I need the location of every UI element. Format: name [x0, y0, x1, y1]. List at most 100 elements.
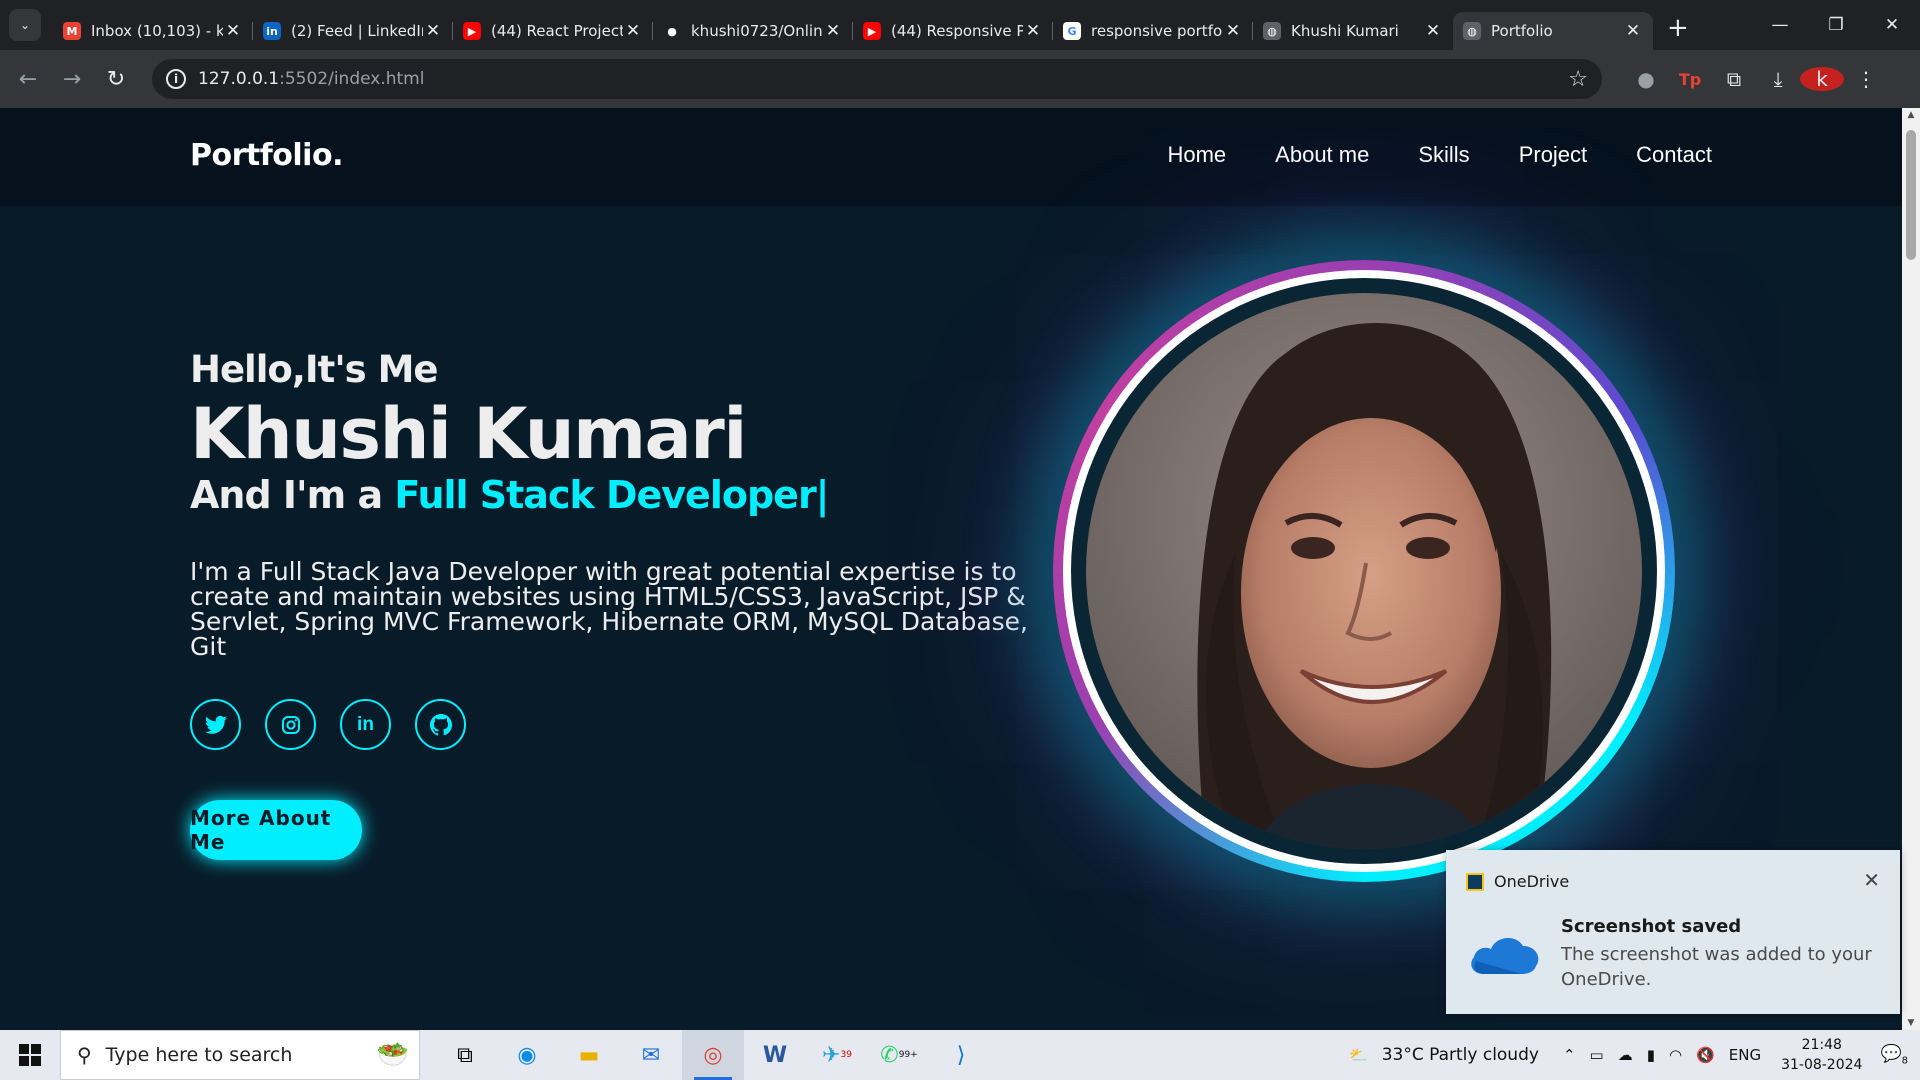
volume-muted-icon[interactable]: 🔇 — [1696, 1046, 1715, 1064]
url-host: 127.0.0.1 — [198, 69, 280, 89]
tab-title: (44) Responsive P — [891, 22, 1023, 40]
search-highlight-icon: 🥗 — [376, 1040, 409, 1070]
site-info-icon[interactable]: i — [166, 69, 186, 89]
back-button[interactable]: ← — [6, 67, 50, 92]
mail-icon[interactable]: ✉ — [620, 1030, 682, 1080]
tab-close-icon[interactable]: ✕ — [423, 21, 443, 41]
browser-tab[interactable]: ◍ Portfolio ✕ — [1453, 12, 1653, 50]
browser-tab[interactable]: ◍ Khushi Kumari ✕ — [1253, 12, 1453, 50]
battery-icon[interactable]: ▮ — [1647, 1046, 1655, 1064]
menu-kebab-icon[interactable]: ⋮ — [1844, 67, 1888, 91]
twitter-icon[interactable] — [190, 699, 241, 750]
nav-skills[interactable]: Skills — [1418, 142, 1469, 168]
weather-text[interactable]: 33°C Partly cloudy — [1382, 1045, 1539, 1065]
telegram-badge: 39 — [840, 1050, 852, 1060]
search-icon: ⚲ — [77, 1043, 92, 1067]
tab-close-icon[interactable]: ✕ — [1023, 21, 1043, 41]
scrollbar-thumb[interactable] — [1906, 130, 1916, 260]
role-prefix: And I'm a — [190, 473, 395, 517]
toast-close-icon[interactable]: ✕ — [1863, 868, 1880, 892]
tab-close-icon[interactable]: ✕ — [223, 21, 243, 41]
linkedin-icon: in — [263, 22, 281, 40]
telegram-icon[interactable]: ✈ 39 — [806, 1030, 868, 1080]
url-path: :5502/index.html — [279, 69, 425, 89]
meet-now-icon[interactable]: ▭ — [1590, 1046, 1604, 1064]
greeting: Hello,It's Me — [190, 348, 439, 391]
start-button[interactable] — [0, 1030, 60, 1080]
close-window-button[interactable]: ✕ — [1864, 0, 1920, 50]
tab-close-icon[interactable]: ✕ — [1223, 21, 1243, 41]
tab-search-button[interactable]: ⌄ — [9, 9, 41, 41]
edge-icon[interactable]: ◉ — [496, 1030, 558, 1080]
globe-icon: ◍ — [1463, 22, 1481, 40]
nav-contact[interactable]: Contact — [1636, 142, 1712, 168]
bookmark-star-icon[interactable]: ☆ — [1568, 67, 1588, 92]
browser-tab[interactable]: ▶ (44) React Projects ✕ — [453, 12, 653, 50]
language-indicator[interactable]: ENG — [1729, 1046, 1761, 1064]
hero-content: Hello,It's Me Khushi Kumari And I'm a Fu… — [190, 348, 1030, 860]
tab-close-icon[interactable]: ✕ — [623, 21, 643, 41]
site-logo[interactable]: Portfolio. — [190, 138, 343, 173]
browser-tab[interactable]: M Inbox (10,103) - k ✕ — [53, 12, 253, 50]
profile-avatar[interactable]: k — [1800, 67, 1844, 91]
show-hidden-icons-icon[interactable]: ⌃ — [1563, 1046, 1576, 1064]
taskbar-search[interactable]: ⚲ Type here to search 🥗 — [60, 1030, 420, 1080]
extensions-puzzle-icon[interactable]: ⧉ — [1712, 67, 1756, 91]
download-icon[interactable]: ⤓ — [1756, 67, 1800, 91]
nav-project[interactable]: Project — [1519, 142, 1587, 168]
toast-app-name: OneDrive — [1494, 872, 1570, 891]
youtube-icon: ▶ — [463, 22, 481, 40]
minimize-button[interactable]: — — [1752, 0, 1808, 50]
site-header: Portfolio. Home About me Skills Project Cont… — [0, 108, 1902, 206]
file-explorer-icon[interactable]: ▬ — [558, 1030, 620, 1080]
nav-home[interactable]: Home — [1167, 142, 1226, 168]
page-scrollbar[interactable]: ▲ ▼ — [1902, 108, 1920, 1030]
globe-icon: ◍ — [1263, 22, 1281, 40]
browser-tab[interactable]: ● khushi0723/Online ✕ — [653, 12, 853, 50]
onedrive-notification[interactable]: OneDrive ✕ Screenshot saved The screensh… — [1446, 850, 1900, 1014]
tab-title: khushi0723/Online — [691, 22, 823, 40]
chrome-icon[interactable]: ◎ — [682, 1030, 744, 1080]
whatsapp-badge: 99+ — [898, 1050, 918, 1060]
github-icon[interactable] — [415, 699, 466, 750]
reload-button[interactable]: ↻ — [94, 67, 138, 92]
tab-close-icon[interactable]: ✕ — [1623, 21, 1643, 41]
github-icon: ● — [663, 22, 681, 40]
notification-center-icon[interactable]: 💬8 — [1880, 1044, 1908, 1066]
word-icon[interactable]: W — [744, 1030, 806, 1080]
wifi-icon[interactable]: ◠ — [1669, 1046, 1682, 1064]
tab-title: Inbox (10,103) - k — [91, 22, 223, 40]
nav-about-me[interactable]: About me — [1275, 142, 1369, 168]
tp-extension-icon[interactable]: Tp — [1668, 70, 1712, 89]
extension-icon[interactable]: ● — [1624, 67, 1668, 91]
scroll-up-arrow-icon[interactable]: ▲ — [1902, 110, 1920, 120]
vscode-icon[interactable]: ⟩ — [930, 1030, 992, 1080]
forward-button[interactable]: → — [50, 67, 94, 92]
scroll-down-arrow-icon[interactable]: ▼ — [1902, 1018, 1920, 1028]
browser-tab[interactable]: Gresponsive portfo ✕ — [1053, 12, 1253, 50]
browser-tab[interactable]: in (2) Feed | LinkedIn ✕ — [253, 12, 453, 50]
onedrive-tray-icon[interactable]: ☁ — [1618, 1046, 1633, 1064]
weather-icon[interactable]: ⛅ — [1349, 1046, 1368, 1064]
linkedin-icon[interactable]: in — [340, 699, 391, 750]
instagram-icon[interactable] — [265, 699, 316, 750]
new-tab-button[interactable]: + — [1667, 13, 1689, 43]
browser-tab[interactable]: ▶ (44) Responsive P ✕ — [853, 12, 1053, 50]
address-bar[interactable]: i 127.0.0.1:5502/index.html ☆ — [152, 59, 1602, 99]
tab-title: (44) React Projects — [491, 22, 623, 40]
gmail-icon: M — [63, 22, 81, 40]
whatsapp-icon[interactable]: ✆ 99+ — [868, 1030, 930, 1080]
tab-close-icon[interactable]: ✕ — [823, 21, 843, 41]
windows-taskbar: ⚲ Type here to search 🥗 ⧉ ◉ ▬ ✉ ◎ W ✈ 39 … — [0, 1030, 1920, 1080]
windows-logo-icon — [19, 1044, 41, 1066]
toast-body: The screenshot was added to your OneDriv… — [1561, 944, 1872, 990]
tab-close-icon[interactable]: ✕ — [1423, 21, 1443, 41]
youtube-icon: ▶ — [863, 22, 881, 40]
task-view-icon[interactable]: ⧉ — [434, 1030, 496, 1080]
restore-button[interactable]: ❐ — [1808, 0, 1864, 50]
more-about-me-button[interactable]: More About Me — [190, 800, 362, 860]
onedrive-app-icon — [1466, 872, 1484, 891]
clock[interactable]: 21:48 31-08-2024 — [1781, 1035, 1862, 1075]
browser-toolbar: ← → ↻ i 127.0.0.1:5502/index.html ☆ ● Tp… — [0, 50, 1920, 108]
toast-title: Screenshot saved — [1561, 916, 1742, 937]
